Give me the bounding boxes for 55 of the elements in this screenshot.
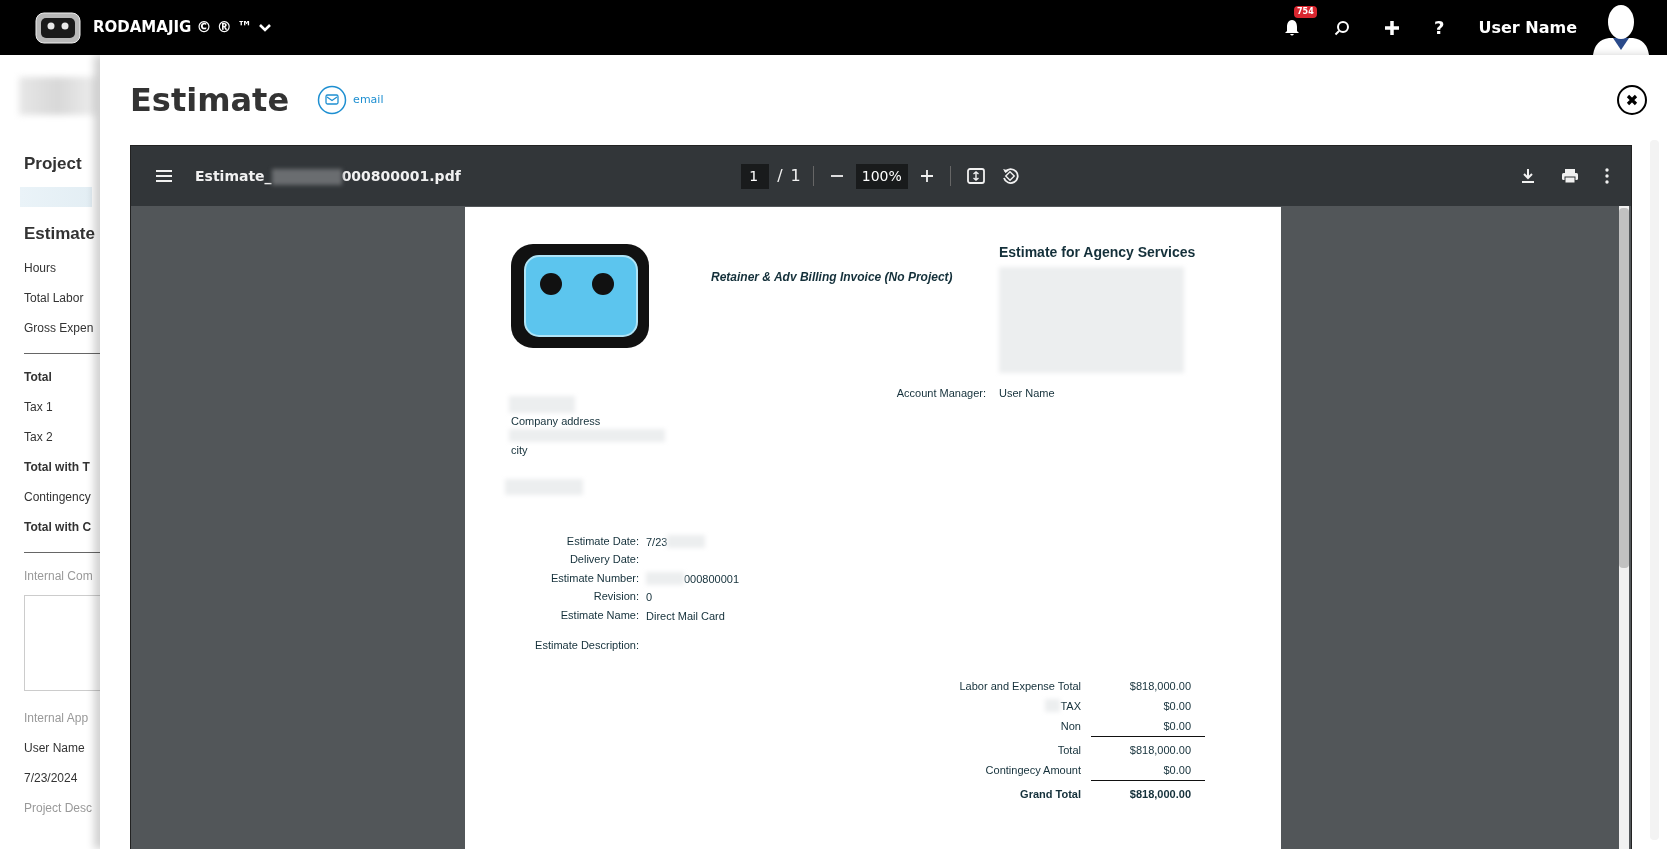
document-heading: Estimate for Agency Services	[999, 243, 1197, 262]
total-label: Labor and Expense Total	[959, 678, 1081, 694]
total-amount: $818,000.00	[1128, 742, 1192, 758]
user-menu[interactable]: User Name	[1478, 15, 1577, 40]
notification-badge: 754	[1294, 6, 1317, 18]
field-label: Internal App	[24, 710, 89, 727]
total-label: Total	[24, 369, 52, 386]
file-name: Estimate_ 000800001.pdf	[195, 166, 461, 187]
total-label: Total with T	[24, 459, 90, 476]
brand-menu[interactable]: RODAMAJIG © ® ™	[81, 16, 273, 39]
modal-title: Estimate	[130, 80, 290, 120]
address-line: Company address	[511, 413, 602, 429]
field-value: 0	[646, 590, 653, 605]
section-heading: Project	[24, 153, 82, 175]
field-label: Estimate Date:	[565, 533, 639, 549]
page-count: 1	[790, 165, 801, 187]
page-number-field[interactable]: 1	[741, 163, 770, 189]
field-label: Estimate Name:	[559, 607, 639, 623]
document-subtitle: Retainer & Adv Billing Invoice (No Project)	[711, 269, 954, 286]
field-label: Tax 1	[24, 399, 53, 416]
field-label: Delivery Date:	[568, 552, 639, 567]
field-label: Project Desc	[24, 800, 93, 817]
total-amount: $818,000.00	[1128, 678, 1192, 694]
field-label: Hours	[24, 260, 56, 277]
help-button[interactable]: ?	[1434, 14, 1445, 41]
total-amount: $0.00	[1091, 759, 1205, 781]
total-amount: $0.00	[1162, 698, 1192, 714]
total-label: Non	[1060, 719, 1081, 734]
field-label: Gross Expen	[24, 320, 94, 337]
total-label: Total	[1057, 742, 1081, 758]
field-value: Direct Mail Card	[646, 608, 725, 624]
field-label: Tax 2	[24, 429, 53, 446]
field-label: Total Labor	[24, 290, 84, 307]
total-label: Contingecy Amount	[985, 763, 1081, 778]
account-manager-name: User Name	[999, 386, 1055, 401]
field-label: Estimate Number:	[549, 570, 639, 586]
address-line: city	[511, 443, 529, 458]
field-label: User Name	[24, 740, 85, 757]
total-label: Grand Total	[1020, 786, 1081, 802]
zoom-field[interactable]: 100%	[855, 163, 908, 189]
field-label: Revision:	[592, 589, 639, 604]
page-separator: /	[777, 165, 783, 187]
account-manager-label: Account Manager:	[895, 386, 986, 401]
field-label: Contingency	[24, 489, 91, 506]
field-label: 7/23/2024	[24, 770, 78, 787]
field-label: Internal Com	[24, 568, 93, 585]
total-amount: $0.00	[1091, 715, 1205, 737]
total-amount: $818,000.00	[1128, 786, 1192, 802]
field-label: Estimate Description:	[534, 638, 639, 653]
section-heading: Estimate	[24, 223, 95, 245]
total-label: TAX	[1060, 698, 1081, 714]
field-value: 7/23	[646, 534, 668, 550]
email-button[interactable]: email	[317, 85, 384, 115]
field-value: 000800001	[684, 571, 740, 587]
total-label: Total with C	[24, 519, 92, 536]
